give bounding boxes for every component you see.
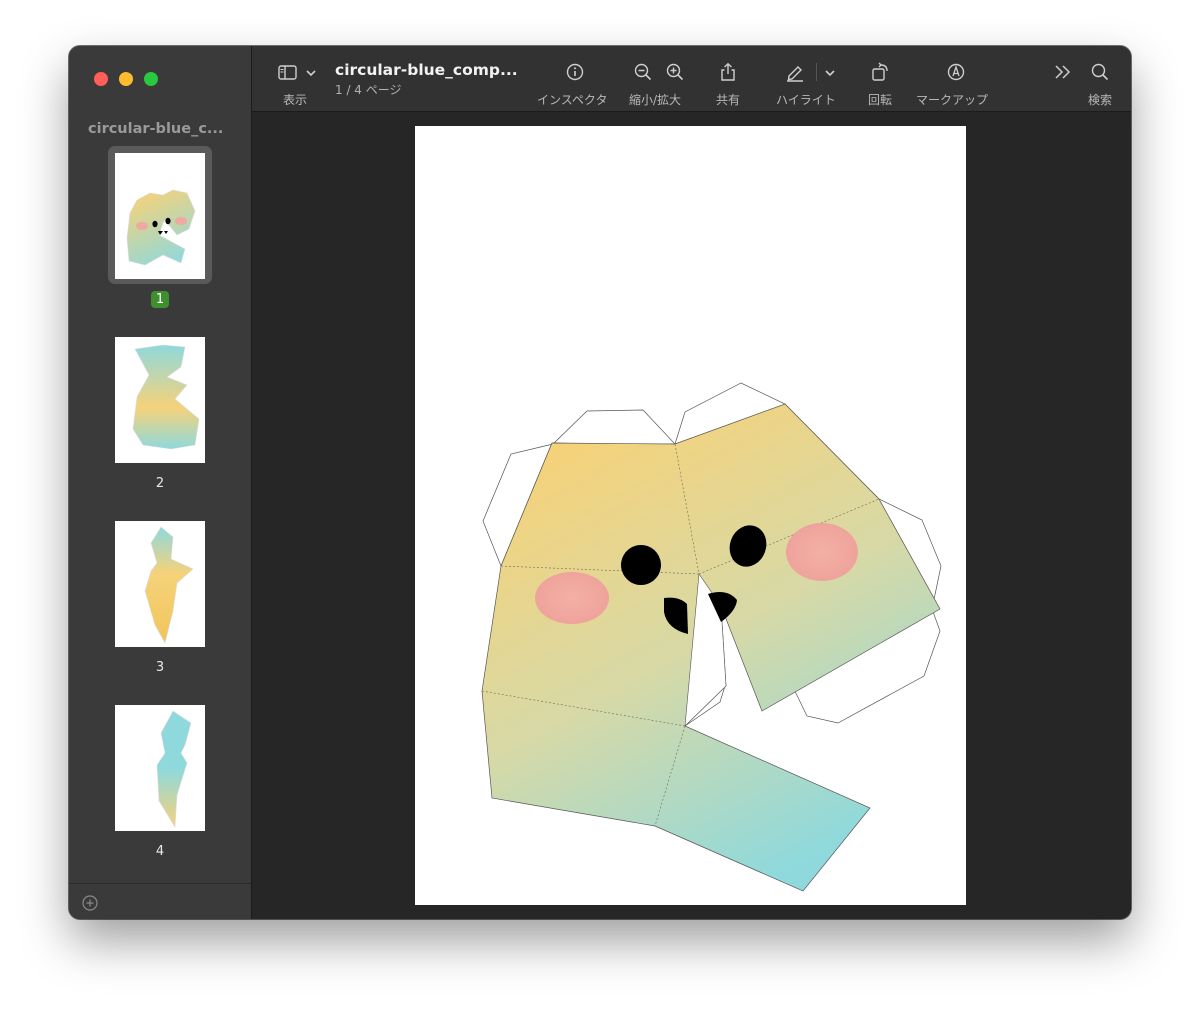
rotate-button[interactable]: 回転 <box>866 46 896 111</box>
thumbnail-sidebar: circular-blue_c... 1 2 3 4 <box>69 46 252 919</box>
rotate-label: 回転 <box>868 93 893 107</box>
search-label: 検索 <box>1088 93 1113 107</box>
zoom-group: 縮小/拡大 <box>629 46 691 111</box>
sidebar-footer <box>69 883 251 919</box>
markup-label: マークアップ <box>916 93 989 107</box>
page-number-4: 4 <box>69 843 251 860</box>
thumbnail-image <box>115 705 205 831</box>
highlight-button[interactable]: ハイライト <box>776 46 842 111</box>
document-title: circular-blue_comp.... <box>335 61 519 79</box>
view-button[interactable]: 表示 <box>275 46 321 111</box>
zoom-out-icon[interactable] <box>633 62 653 82</box>
left-cheek <box>535 572 609 624</box>
thumbnail-image <box>115 521 205 647</box>
preview-window: circular-blue_c... 1 2 3 4 表示 circular-b… <box>69 46 1131 919</box>
zoom-window-button[interactable] <box>144 72 158 86</box>
markup-button[interactable]: マークアップ <box>916 46 996 111</box>
close-button[interactable] <box>94 72 108 86</box>
thumbnail-image <box>115 153 205 279</box>
page-thumbnail-2[interactable] <box>108 330 212 468</box>
more-tools-button[interactable] <box>1052 46 1076 111</box>
page-number-label: 2 <box>155 476 165 491</box>
inspector-button[interactable]: インスペクタ <box>537 46 613 111</box>
page-status: 1 / 4 ページ <box>335 83 402 97</box>
search-button[interactable]: 検索 <box>1086 46 1116 111</box>
share-label: 共有 <box>716 93 741 107</box>
chevron-down-icon[interactable] <box>824 62 836 82</box>
inspector-label: インスペクタ <box>537 93 608 107</box>
pen-icon <box>784 62 806 82</box>
papercraft-pattern <box>481 382 942 892</box>
page-thumbnail-1[interactable] <box>108 146 212 284</box>
right-cheek <box>786 523 858 581</box>
zoom-label: 縮小/拡大 <box>629 93 682 107</box>
double-chevron-right-icon <box>1052 62 1074 82</box>
highlight-label: ハイライト <box>776 93 836 107</box>
page-number-label: 1 <box>150 291 170 308</box>
view-label: 表示 <box>283 93 308 107</box>
minimize-button[interactable] <box>119 72 133 86</box>
thumbnail-image <box>115 337 205 463</box>
page-number-1: 1 <box>69 291 251 308</box>
page-number-label: 4 <box>155 844 165 859</box>
separator <box>816 63 817 81</box>
document-view[interactable] <box>252 112 1131 919</box>
toolbar: 表示 circular-blue_comp.... 1 / 4 ページ インスペ… <box>252 46 1131 112</box>
page-number-label: 3 <box>155 660 165 675</box>
chevron-down-icon <box>305 62 317 82</box>
add-page-icon[interactable] <box>82 895 98 911</box>
rotate-icon <box>870 62 892 82</box>
page-thumbnail-3[interactable] <box>108 514 212 652</box>
share-icon <box>718 62 738 82</box>
zoom-in-icon[interactable] <box>665 62 685 82</box>
page-number-2: 2 <box>69 475 251 492</box>
page-number-3: 3 <box>69 659 251 676</box>
info-icon <box>565 62 585 82</box>
share-button[interactable]: 共有 <box>714 46 744 111</box>
page-thumbnail-4[interactable] <box>108 698 212 836</box>
sidebar-document-title: circular-blue_c... <box>88 121 224 137</box>
search-icon <box>1090 62 1110 82</box>
document-page <box>415 126 966 905</box>
markup-icon <box>946 62 966 82</box>
sidebar-toggle-icon <box>277 62 299 82</box>
